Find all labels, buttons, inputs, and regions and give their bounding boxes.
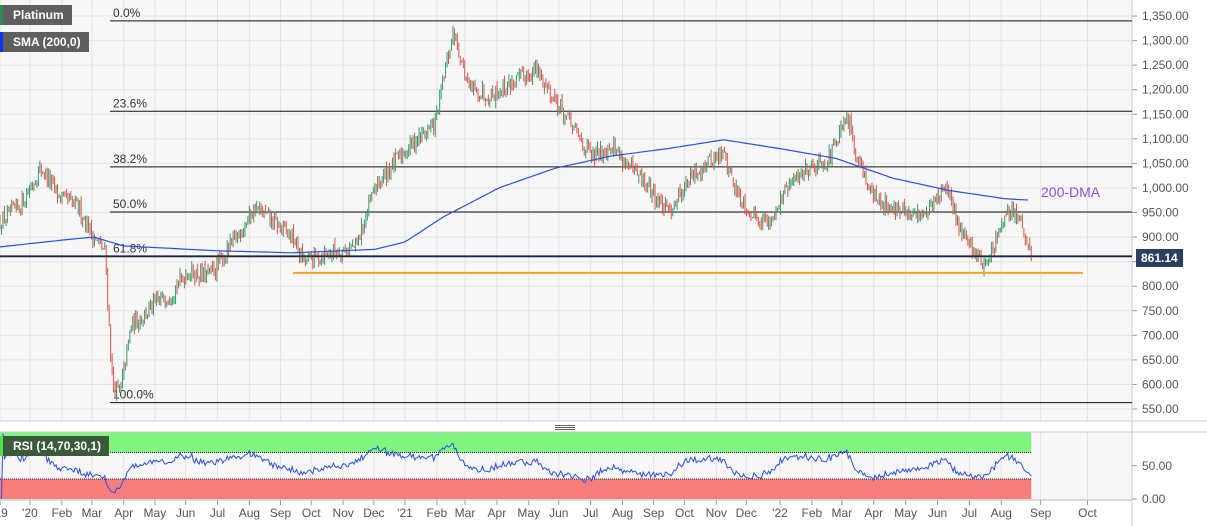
x-tick-label: Feb <box>427 506 448 520</box>
x-tick-label: Sep <box>643 506 665 520</box>
x-tick-label: Sep <box>270 506 292 520</box>
rsi-overbought-zone <box>0 432 1032 453</box>
x-tick-label: Jul <box>210 506 225 520</box>
x-tick-label: Nov <box>332 506 353 520</box>
x-tick-label: Apr <box>864 506 883 520</box>
x-tick-label: Dec <box>736 506 757 520</box>
y-tick-label: 1,300.00 <box>1142 34 1189 48</box>
rsi-tick-label: 0.00 <box>1142 492 1166 506</box>
x-tick-label: Oct <box>1078 506 1097 520</box>
y-tick-label: 1,250.00 <box>1142 58 1189 72</box>
y-tick-label: 750.00 <box>1142 304 1179 318</box>
fib-label: 50.0% <box>113 197 147 211</box>
y-tick-label: 1,200.00 <box>1142 83 1189 97</box>
x-tick-label: Oct <box>302 506 321 520</box>
y-tick-label: 700.00 <box>1142 328 1179 342</box>
y-tick-label: 550.00 <box>1142 402 1179 416</box>
x-tick-label: '21 <box>397 506 413 520</box>
x-tick-label: Sep <box>1030 506 1052 520</box>
x-tick-label: Jun <box>176 506 195 520</box>
x-tick-label: Feb <box>802 506 823 520</box>
rsi-oversold-zone <box>0 479 1032 499</box>
x-tick-label: Jun <box>549 506 568 520</box>
x-tick-label: May <box>517 506 540 520</box>
x-tick-label: Oct <box>675 506 694 520</box>
x-tick-label: Nov <box>706 506 727 520</box>
price-panel-bg <box>0 0 1132 421</box>
x-tick-label: '19 <box>0 506 8 520</box>
legend-sma[interactable]: SMA (200,0) <box>0 32 89 52</box>
y-tick-label: 1,350.00 <box>1142 9 1189 23</box>
x-tick-label: '20 <box>22 506 38 520</box>
legend-rsi[interactable]: RSI (14,70,30,1) <box>0 436 110 456</box>
dma-annotation: 200-DMA <box>1041 184 1101 200</box>
x-tick-label: Aug <box>991 506 1012 520</box>
legend-platinum[interactable]: Platinum <box>0 5 72 25</box>
x-tick-label: Jul <box>583 506 598 520</box>
x-tick-label: Jun <box>928 506 947 520</box>
x-tick-label: Mar <box>832 506 853 520</box>
chart-container: 1,350.00 1,300.00 1,250.00 1,200.00 1,150.00… <box>0 0 1207 526</box>
last-price-tag: 861.14 <box>1136 249 1183 267</box>
x-tick-label: Apr <box>114 506 133 520</box>
x-tick-label: Feb <box>52 506 73 520</box>
fib-label: 38.2% <box>113 152 147 166</box>
y-tick-label: 800.00 <box>1142 279 1179 293</box>
panel-resize-handle[interactable] <box>555 424 575 431</box>
x-tick-label: May <box>144 506 167 520</box>
fib-label: 0.0% <box>113 6 141 20</box>
x-tick-label: Apr <box>488 506 507 520</box>
x-tick-label: Jul <box>962 506 977 520</box>
y-tick-label: 1,000.00 <box>1142 181 1189 195</box>
x-tick-label: Aug <box>239 506 260 520</box>
fib-label: 23.6% <box>113 96 147 110</box>
rsi-tick-label: 50.00 <box>1142 459 1172 473</box>
y-tick-label: 950.00 <box>1142 206 1179 220</box>
x-tick-label: Dec <box>363 506 384 520</box>
x-tick-label: Mar <box>82 506 103 520</box>
y-tick-label: 900.00 <box>1142 230 1179 244</box>
price-chart[interactable]: 1,350.00 1,300.00 1,250.00 1,200.00 1,150.00… <box>0 0 1207 526</box>
y-tick-label: 1,150.00 <box>1142 107 1189 121</box>
y-tick-label: 1,050.00 <box>1142 156 1189 170</box>
y-tick-label: 650.00 <box>1142 353 1179 367</box>
x-tick-label: '22 <box>772 506 788 520</box>
x-tick-label: May <box>894 506 917 520</box>
y-tick-label: 600.00 <box>1142 377 1179 391</box>
x-tick-label: Aug <box>612 506 633 520</box>
x-tick-label: Mar <box>455 506 476 520</box>
y-tick-label: 1,100.00 <box>1142 132 1189 146</box>
